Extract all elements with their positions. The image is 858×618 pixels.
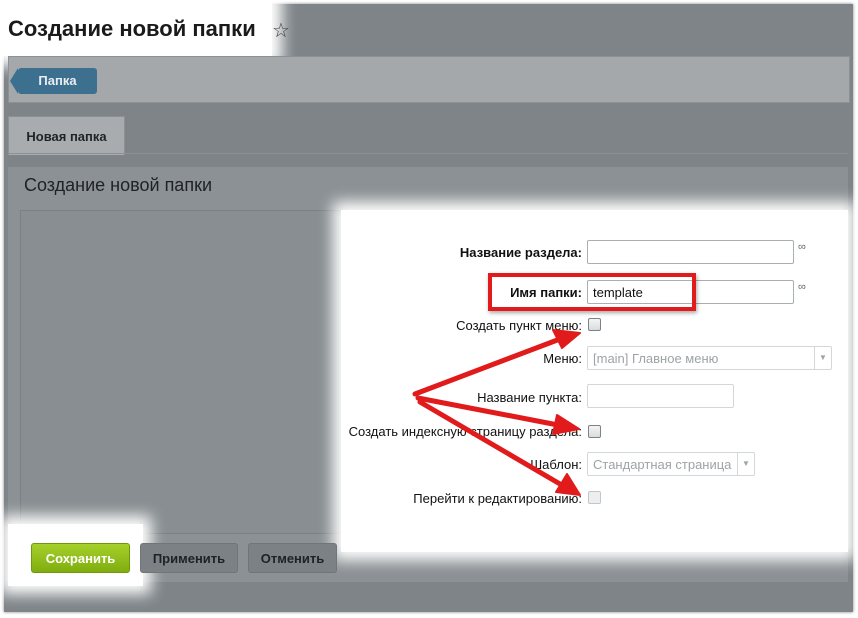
- go-edit-checkbox[interactable]: [588, 491, 601, 504]
- chevron-down-icon: ▼: [737, 453, 754, 475]
- link-icon[interactable]: ∞: [798, 282, 806, 299]
- toolbar: [8, 56, 850, 103]
- section-name-label: Название раздела:: [459, 245, 582, 260]
- page-title: Создание новой папки: [8, 16, 256, 41]
- apply-button[interactable]: Применить: [140, 543, 238, 573]
- chevron-down-icon: ▼: [814, 347, 831, 369]
- tab-divider: [8, 153, 848, 154]
- template-label: Шаблон:: [530, 457, 582, 472]
- section-name-input[interactable]: [587, 240, 794, 264]
- annotation-highlight-box: [488, 273, 696, 311]
- create-menu-item-label: Создать пункт меню:: [456, 318, 582, 333]
- item-name-label: Название пункта:: [477, 390, 582, 405]
- link-icon[interactable]: ∞: [798, 242, 806, 259]
- favorite-star-icon[interactable]: ☆: [272, 18, 290, 43]
- menu-select-value: [main] Главное меню: [593, 351, 719, 366]
- cancel-button[interactable]: Отменить: [248, 543, 337, 573]
- save-button[interactable]: Сохранить: [31, 543, 130, 573]
- create-index-label: Создать индексную страницу раздела:: [348, 424, 582, 439]
- tab-new-folder[interactable]: Новая папка: [8, 116, 125, 155]
- go-edit-label: Перейти к редактированию:: [413, 491, 582, 506]
- create-index-checkbox[interactable]: [588, 425, 601, 438]
- item-name-input[interactable]: [587, 384, 734, 408]
- template-select-value: Стандартная страница: [593, 457, 732, 472]
- menu-select[interactable]: [main] Главное меню ▼: [587, 346, 832, 370]
- back-to-folder-button[interactable]: Папка: [10, 68, 97, 94]
- create-menu-item-checkbox[interactable]: [588, 318, 601, 331]
- template-select[interactable]: Стандартная страница ▼: [587, 452, 755, 476]
- form-heading: Создание новой папки: [24, 175, 212, 195]
- menu-label: Меню:: [543, 351, 582, 366]
